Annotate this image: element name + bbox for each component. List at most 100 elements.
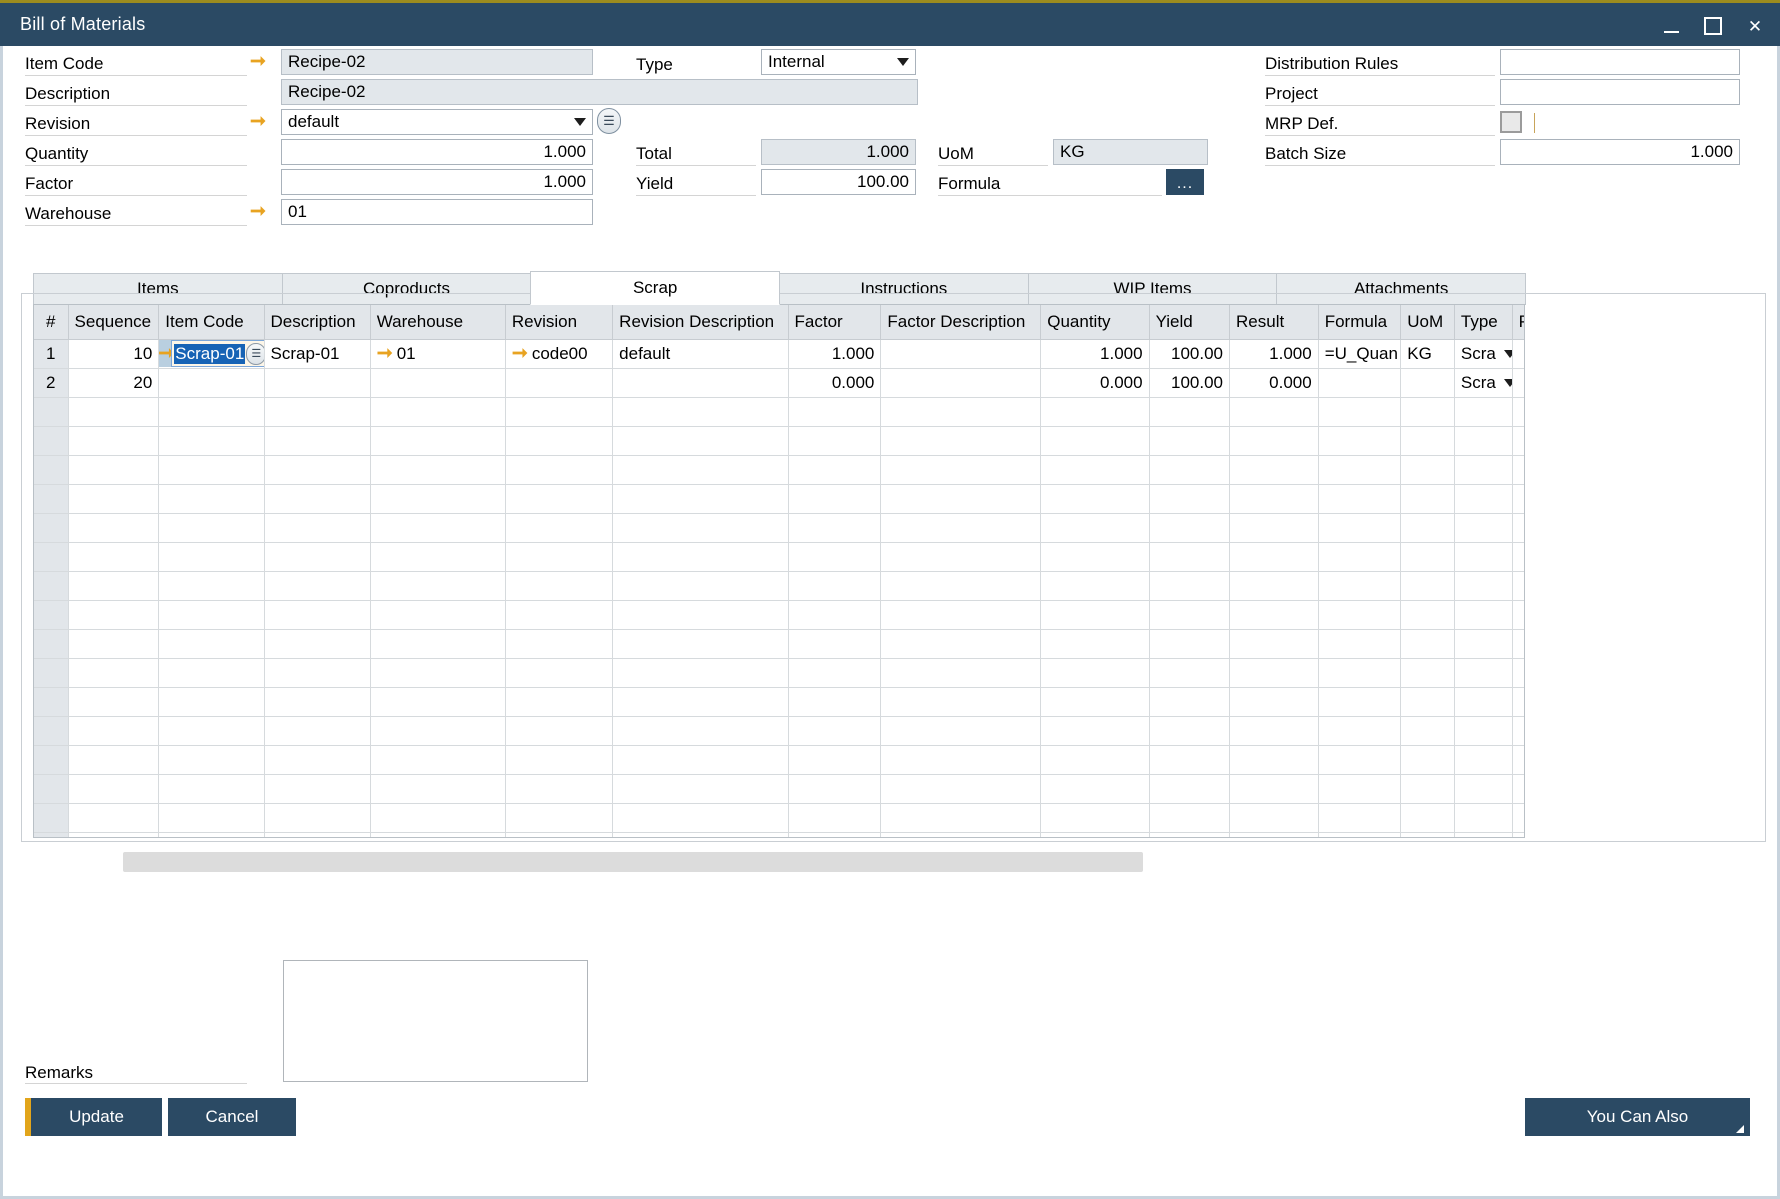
grid-cell[interactable] [881, 745, 1041, 774]
grid-cell[interactable] [1401, 571, 1455, 600]
grid-column-header[interactable]: Type [1454, 305, 1512, 339]
grid-cell[interactable] [1401, 803, 1455, 832]
grid-cell[interactable]: 1 [34, 339, 68, 368]
grid-cell[interactable] [1454, 397, 1512, 426]
grid-cell[interactable] [370, 629, 505, 658]
grid-column-header[interactable]: Warehouse [370, 305, 505, 339]
grid-cell[interactable] [264, 774, 370, 803]
grid-cell[interactable] [68, 426, 159, 455]
grid-cell[interactable] [264, 600, 370, 629]
grid-cell[interactable] [505, 832, 612, 838]
grid-cell[interactable] [159, 600, 264, 629]
grid-cell[interactable] [34, 716, 68, 745]
grid-cell[interactable] [1149, 513, 1229, 542]
grid-cell[interactable] [370, 426, 505, 455]
grid-cell[interactable] [788, 687, 881, 716]
grid-cell[interactable]: 100.00 [1149, 339, 1229, 368]
table-row-empty[interactable] [34, 397, 1525, 426]
revision-link-arrow-icon[interactable]: ➞ [250, 112, 266, 131]
grid-cell[interactable] [34, 455, 68, 484]
grid-cell[interactable] [1454, 513, 1512, 542]
grid-column-header[interactable]: Quantity [1041, 305, 1149, 339]
grid-cell[interactable] [1401, 629, 1455, 658]
grid-cell[interactable] [505, 426, 612, 455]
grid-cell[interactable] [1318, 542, 1401, 571]
grid-cell[interactable] [788, 629, 881, 658]
grid-cell[interactable] [788, 484, 881, 513]
grid-cell[interactable] [264, 716, 370, 745]
grid-cell[interactable] [1512, 687, 1525, 716]
grid-cell[interactable] [1454, 658, 1512, 687]
grid-column-header[interactable]: Sequence [68, 305, 159, 339]
grid-column-header[interactable]: UoM [1401, 305, 1455, 339]
grid-cell[interactable] [370, 542, 505, 571]
grid-cell[interactable] [370, 600, 505, 629]
grid-cell[interactable] [370, 484, 505, 513]
grid-cell[interactable] [264, 513, 370, 542]
grid-cell[interactable] [505, 658, 612, 687]
grid-cell[interactable] [1454, 832, 1512, 838]
grid-column-header[interactable]: Formula [1318, 305, 1401, 339]
grid-cell[interactable] [34, 658, 68, 687]
grid-cell[interactable] [788, 803, 881, 832]
grid-column-header[interactable]: P [1512, 305, 1525, 339]
grid-cell[interactable] [881, 803, 1041, 832]
grid-cell[interactable] [788, 658, 881, 687]
grid-cell[interactable] [1401, 397, 1455, 426]
table-row-empty[interactable] [34, 687, 1525, 716]
grid-cell[interactable] [159, 368, 264, 397]
grid-cell[interactable] [505, 600, 612, 629]
grid-cell[interactable] [159, 397, 264, 426]
table-row-empty[interactable] [34, 542, 1525, 571]
grid-cell[interactable] [159, 774, 264, 803]
grid-cell[interactable] [1041, 542, 1149, 571]
grid-cell[interactable] [881, 542, 1041, 571]
grid-cell[interactable] [159, 658, 264, 687]
grid-cell[interactable] [159, 687, 264, 716]
grid-cell[interactable] [159, 513, 264, 542]
table-row[interactable]: 220 0.000 0.000100.000.000 Scra [34, 368, 1525, 397]
grid-column-header[interactable]: Revision Description [613, 305, 788, 339]
warehouse-link-arrow-icon[interactable]: ➞ [377, 344, 393, 363]
update-button[interactable]: Update [25, 1098, 162, 1136]
grid-cell[interactable] [1512, 484, 1525, 513]
grid-cell[interactable] [1512, 832, 1525, 838]
grid-cell[interactable] [34, 484, 68, 513]
grid-column-header[interactable]: Item Code [159, 305, 264, 339]
grid-cell[interactable] [1401, 513, 1455, 542]
grid-cell[interactable] [1318, 745, 1401, 774]
grid-cell[interactable] [264, 832, 370, 838]
tab-coproducts[interactable]: Coproducts [282, 273, 532, 305]
item-code-cell-editor[interactable]: Scrap-01☰ [171, 340, 264, 367]
grid-cell[interactable] [1230, 397, 1319, 426]
grid-cell[interactable] [1041, 658, 1149, 687]
grid-cell[interactable] [34, 542, 68, 571]
grid-cell[interactable]: 1.000 [788, 339, 881, 368]
grid-cell[interactable] [505, 513, 612, 542]
grid-column-header[interactable]: Factor Description [881, 305, 1041, 339]
grid-cell[interactable] [1401, 716, 1455, 745]
item-code-link-arrow-icon[interactable]: ➞ [250, 52, 266, 71]
grid-cell[interactable] [68, 629, 159, 658]
grid-cell[interactable] [1149, 629, 1229, 658]
grid-cell[interactable]: ➞Scrap-01☰ [159, 339, 264, 368]
grid-cell[interactable] [613, 832, 788, 838]
grid-cell[interactable] [1149, 571, 1229, 600]
grid-cell[interactable] [1318, 803, 1401, 832]
grid-column-header[interactable]: # [34, 305, 68, 339]
grid-cell[interactable] [370, 774, 505, 803]
grid-cell[interactable] [1318, 774, 1401, 803]
grid-cell[interactable] [1041, 426, 1149, 455]
grid-cell[interactable] [1149, 455, 1229, 484]
grid-cell[interactable] [881, 774, 1041, 803]
grid-cell[interactable] [264, 687, 370, 716]
grid-cell[interactable] [788, 455, 881, 484]
grid-scrollbar-thumb[interactable] [123, 852, 1143, 872]
grid-cell[interactable] [788, 571, 881, 600]
grid-cell[interactable]: 1.000 [1041, 339, 1149, 368]
grid-cell[interactable] [1318, 571, 1401, 600]
grid-cell[interactable] [68, 513, 159, 542]
grid-cell[interactable] [1401, 687, 1455, 716]
grid-cell[interactable] [1041, 803, 1149, 832]
grid-cell[interactable] [264, 542, 370, 571]
